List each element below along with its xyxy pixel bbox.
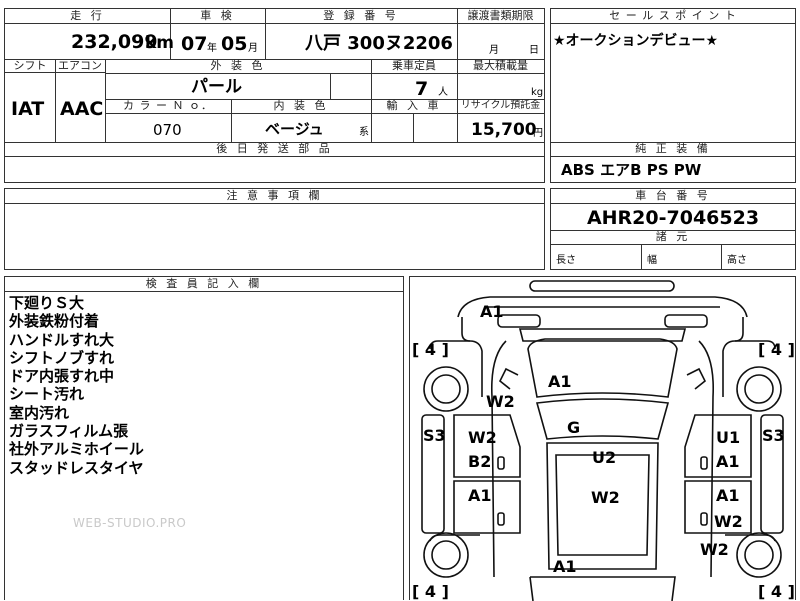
factory-equipment-header: 純 正 装 備 [635,142,711,155]
inspector-note: 室内汚れ [9,403,70,422]
sales-point-text: ★オークションデビュー★ [553,33,719,49]
inspector-note: ドア内張すれ中 [9,367,115,386]
dimensions-header: 諸 元 [655,230,691,243]
mark-left-rear-door: A1 [468,486,492,505]
inspector-note: 外装鉄粉付着 [9,312,100,331]
sales-point-header: セ ー ル ス ポ イ ン ト [609,9,737,22]
registration-number: 八戸 300ヌ2206 [305,33,453,54]
interior-color-header: 内 装 色 [273,99,329,112]
mark-left-step: S3 [423,426,446,445]
inspector-note: ハンドルすれ大 [9,330,115,349]
watermark: WEB-STUDIO.PRO [73,516,187,530]
shift-value: IAT [11,98,45,120]
transfer-day-unit: 日 [529,45,539,56]
inspector-note: シフトノブすれ [9,348,115,367]
capacity-header: 乗車定員 [392,59,436,72]
import-header: 輸 入 車 [386,99,442,112]
mark-left-front-fender: W2 [486,392,515,411]
mark-right-rear-door-2: W2 [714,512,743,531]
mark-roof-center: U2 [592,448,617,467]
capacity-value: 7 [415,78,429,100]
mark-left-front-door-1: W2 [468,428,497,447]
inspection-header: 車 検 [200,9,235,22]
aircon-header: エアコン [58,59,102,72]
color-no-value: 070 [153,121,182,139]
transfer-month-unit: 月 [489,45,499,56]
load-unit: kg [531,87,544,98]
sales-point-panel: セ ー ル ス ポ イ ン ト ★オークションデビュー★ 純 正 装 備 ABS… [550,8,796,183]
caution-panel: 注 意 事 項 欄 [4,188,545,270]
interior-suffix: 系 [359,127,369,138]
inspector-header: 検 査 員 記 入 欄 [145,277,263,290]
dimension-height-label: 高さ [727,255,747,266]
mark-left-front-door-2: B2 [468,452,492,471]
inspector-note: ガラスフィルム張 [9,422,129,441]
chassis-header: 車 台 番 号 [635,189,711,202]
inspection-year-unit: 年 [207,43,217,54]
recycle-header: リサイクル預託金 [460,100,541,111]
inspection-month: 05 [221,33,248,55]
factory-equipment-text: ABS エアB PS PW [561,161,702,179]
inspection-month-unit: 月 [248,43,258,54]
mark-bonnet: A1 [548,372,572,391]
mark-right-rear-door-1: A1 [716,486,740,505]
capacity-unit: 人 [438,87,448,98]
damage-diagram-panel: [ 4 ] [ 4 ] [ 4 ] [ 4 ] A1 A1 W2 G S3 S3… [409,276,796,601]
tire-mark-front-right: [ 4 ] [758,340,795,359]
dimension-width-label: 幅 [647,255,657,266]
tire-mark-front-left: [ 4 ] [412,340,449,359]
later-parts-header: 後 日 発 送 部 品 [216,142,333,155]
inspector-note: 社外アルミホイール [9,440,144,459]
vehicle-info-table: 走 行 車 検 登 録 番 号 譲渡書類期限 232,099 km 07 年 0… [4,8,545,183]
recycle-value: 15,700 [471,120,537,140]
exterior-color-value: パール [191,77,242,97]
inspector-note: 下廻りＳ大 [9,294,85,312]
chassis-panel: 車 台 番 号 AHR20-7046523 諸 元 長さ 幅 高さ [550,188,796,270]
inspector-note: シート汚れ [9,385,85,404]
tire-mark-rear-right: [ 4 ] [758,582,795,601]
inspector-notes: 下廻りＳ大 外装鉄粉付着 ハンドルすれ大 シフトノブすれ ドア内張すれ中 シート汚れ 室内汚… [9,294,144,477]
chassis-number: AHR20-7046523 [586,207,760,229]
exterior-color-header: 外 装 色 [210,59,266,72]
transfer-docs-header: 譲渡書類期限 [467,9,534,22]
mark-front-bumper: A1 [480,302,504,321]
mark-roof-front: G [567,418,581,437]
mark-right-front-door-1: U1 [716,428,741,447]
dimension-length-label: 長さ [556,255,576,266]
max-load-header: 最大積載量 [473,59,528,72]
mark-right-front-door-2: A1 [716,452,740,471]
mileage-unit: km [145,33,175,53]
tire-mark-rear-left: [ 4 ] [412,582,449,601]
aircon-value: AAC [60,98,104,120]
registration-header: 登 録 番 号 [323,9,399,22]
inspector-panel: 検 査 員 記 入 欄 下廻りＳ大 外装鉄粉付着 ハンドルすれ大 シフトノブすれ ドア内… [4,276,404,600]
recycle-unit: 円 [533,128,543,139]
inspector-note: スタッドレスタイヤ [9,458,144,477]
mark-roof-rear: W2 [591,488,620,507]
interior-color-value: ベージュ [265,120,324,138]
shift-header: シフト [13,59,47,72]
mark-tailgate: A1 [553,557,577,576]
inspection-year: 07 [181,33,208,55]
mileage-header: 走 行 [70,9,105,22]
caution-header: 注 意 事 項 欄 [226,189,323,202]
mark-right-step: S3 [762,426,785,445]
color-no-header: カ ラ ー Ｎ ｏ． [123,99,213,112]
mark-right-rear-fender: W2 [700,540,729,559]
